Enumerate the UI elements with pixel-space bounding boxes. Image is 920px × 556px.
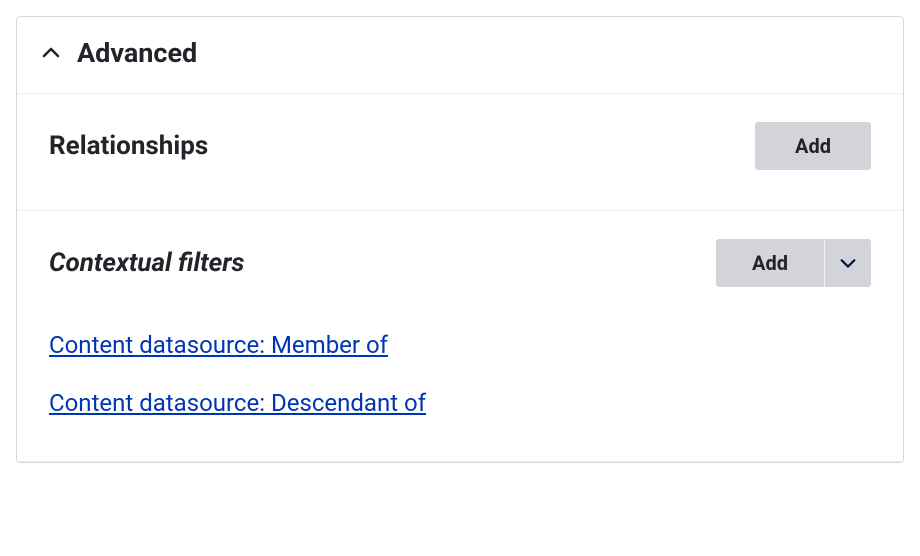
relationships-header: Relationships Add: [49, 122, 871, 170]
contextual-filters-section: Contextual filters Add Content datasourc…: [17, 210, 903, 462]
contextual-filters-list: Content datasource: Member of Content da…: [49, 331, 871, 417]
contextual-filter-link[interactable]: Content datasource: Member of: [49, 331, 388, 359]
contextual-filters-add-dropdown[interactable]: [824, 239, 871, 287]
panel-title: Advanced: [77, 37, 197, 69]
contextual-filters-add-button[interactable]: Add: [716, 239, 824, 287]
contextual-filters-header: Contextual filters Add: [49, 239, 871, 287]
relationships-section: Relationships Add: [17, 93, 903, 210]
chevron-up-icon: [41, 43, 61, 63]
contextual-filter-link[interactable]: Content datasource: Descendant of: [49, 389, 426, 417]
relationships-add-button[interactable]: Add: [755, 122, 871, 170]
relationships-title: Relationships: [49, 131, 208, 161]
chevron-down-icon: [839, 254, 857, 272]
contextual-filters-add-group: Add: [716, 239, 871, 287]
advanced-panel-toggle[interactable]: Advanced: [17, 17, 903, 93]
advanced-panel: Advanced Relationships Add Contextual fi…: [16, 16, 904, 463]
contextual-filters-title: Contextual filters: [49, 248, 244, 278]
